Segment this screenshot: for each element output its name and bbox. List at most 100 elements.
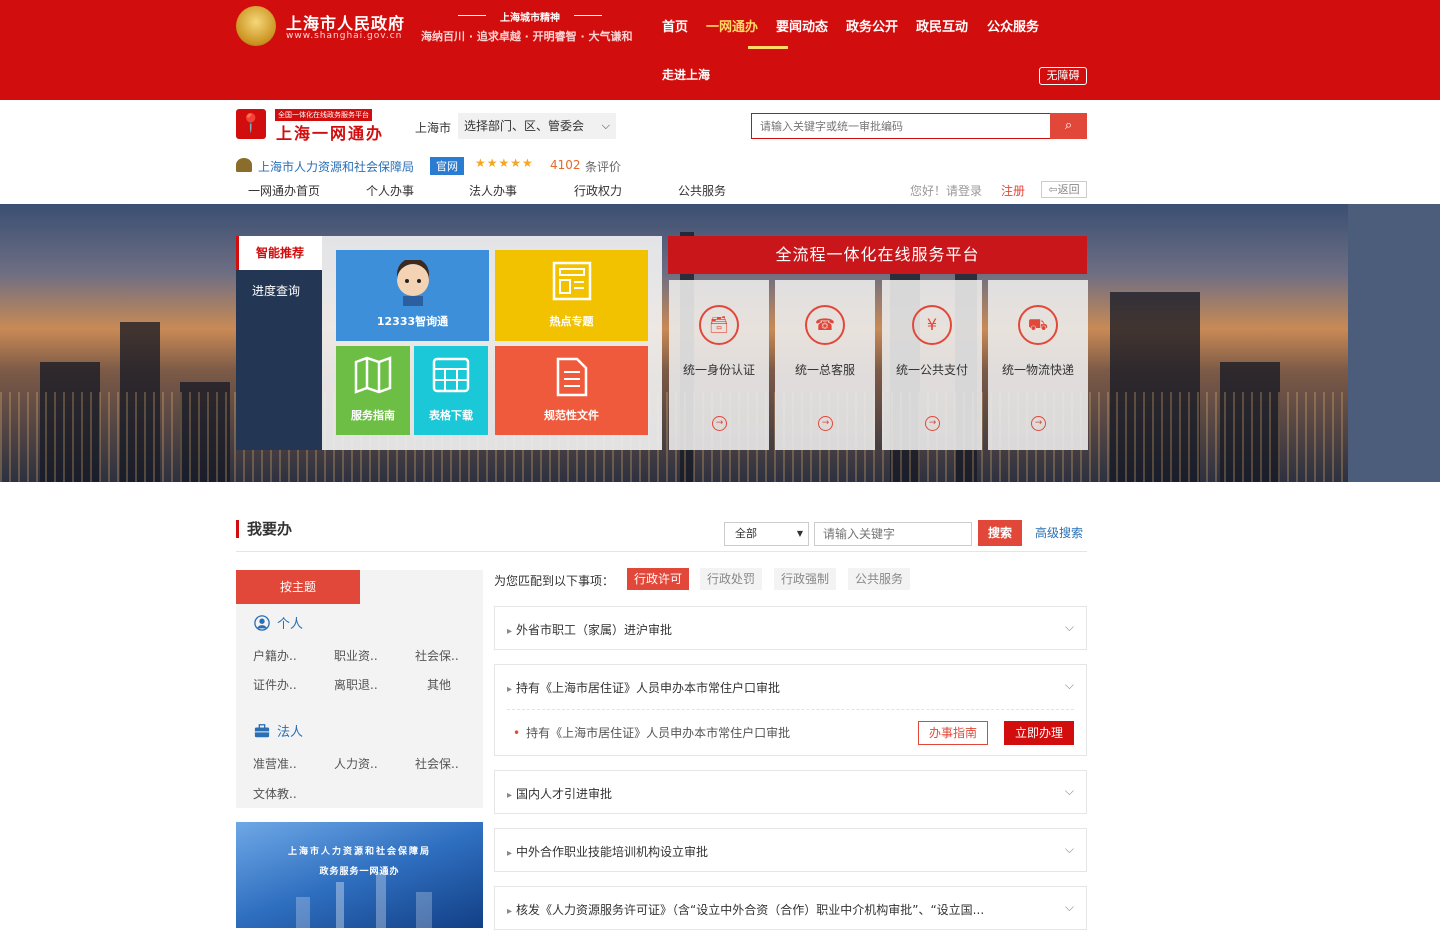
banner-edge — [1348, 204, 1440, 482]
item-title[interactable]: 持有《上海市居住证》人员申办本市常住户口审批 — [507, 679, 780, 696]
tile-hotline[interactable]: 12333智询通 — [336, 250, 489, 341]
service-public-payment[interactable]: ¥ 统一公共支付 → — [882, 280, 982, 450]
topnav-home[interactable]: 首页 — [662, 16, 688, 35]
filter-public-service[interactable]: 公共服务 — [848, 568, 911, 590]
list-item[interactable]: 国内人才引进审批 ⌵ — [494, 770, 1087, 814]
group-corporate-label: 法人 — [277, 725, 304, 740]
national-emblem-icon[interactable] — [236, 6, 276, 46]
ywb-logo-icon[interactable]: 📍 — [236, 109, 266, 139]
tile-hot-topics[interactable]: 热点专题 — [495, 250, 648, 341]
search-icon[interactable]: ⌕ — [1050, 113, 1087, 139]
search-button[interactable]: 搜索 — [978, 520, 1022, 546]
subnav-admin-power[interactable]: 行政权力 — [574, 182, 622, 199]
bureau-name[interactable]: 上海市人力资源和社会保障局 — [258, 158, 414, 175]
back-button[interactable]: ⇦返回 — [1041, 181, 1087, 198]
headset-icon: ☎ — [805, 305, 845, 345]
scope-select[interactable]: 全部 ▼ — [724, 522, 809, 546]
review-count[interactable]: 4102 — [550, 158, 581, 172]
promo-banner[interactable]: 上海市人力资源和社会保障局 政务服务一网通办 — [236, 822, 483, 928]
item-title[interactable]: 国内人才引进审批 — [507, 785, 612, 802]
guide-button[interactable]: 办事指南 — [918, 721, 988, 745]
group-corporate[interactable]: 法人 — [253, 721, 303, 740]
tile-hot-topics-label: 热点专题 — [549, 315, 594, 328]
topnav-about-shanghai[interactable]: 走进上海 — [662, 66, 710, 83]
list-item[interactable]: 中外合作职业技能培训机构设立审批 ⌵ — [494, 828, 1087, 872]
list-item[interactable]: 外省市职工（家属）进沪审批 ⌵ — [494, 606, 1087, 650]
tab-smart-recommend[interactable]: 智能推荐 — [236, 236, 322, 270]
item-title[interactable]: 核发《人力资源服务许可证》（含“设立中外合资（合作）职业中介机构审批”、“设立国… — [507, 901, 1047, 918]
apply-now-button[interactable]: 立即办理 — [1004, 721, 1074, 745]
section-title: 我要办 — [236, 520, 292, 538]
category-item[interactable]: 社会保.. — [415, 755, 459, 772]
category-item[interactable]: 户籍办.. — [253, 647, 297, 664]
subnav-public-service[interactable]: 公共服务 — [678, 182, 726, 199]
tile-service-guide-label: 服务指南 — [351, 409, 395, 422]
back-label: 返回 — [1057, 183, 1080, 196]
service-logistics[interactable]: ⛟ 统一物流快递 → — [988, 280, 1088, 450]
register-link[interactable]: 注册 — [1001, 182, 1025, 199]
sub-item-title[interactable]: 持有《上海市居住证》人员申办本市常住户口审批 — [513, 724, 790, 741]
match-label: 为您匹配到以下事项： — [494, 574, 615, 588]
department-select[interactable]: 选择部门、区、管委会 ⌵ — [458, 113, 616, 139]
category-item[interactable]: 证件办.. — [253, 676, 297, 693]
gov-site-url: www.shanghai.gov.cn — [286, 31, 403, 41]
topnav-interaction[interactable]: 政民互动 — [916, 16, 968, 35]
item-title[interactable]: 中外合作职业技能培训机构设立审批 — [507, 843, 708, 860]
category-item[interactable]: 其他 — [427, 676, 451, 693]
official-site-badge[interactable]: 官网 — [430, 157, 464, 175]
city-label: 上海市 — [415, 121, 452, 135]
topnav-public-service[interactable]: 公众服务 — [987, 16, 1039, 35]
chevron-down-icon[interactable]: ⌵ — [1065, 678, 1074, 693]
chevron-down-icon[interactable]: ⌵ — [1065, 900, 1074, 915]
service-customer-support-label: 统一总客服 — [794, 363, 855, 377]
arrow-right-icon: → — [712, 416, 727, 431]
bureau-emblem-icon — [236, 158, 252, 172]
scope-select-value: 全部 — [735, 527, 757, 540]
category-item[interactable]: 离职退.. — [334, 676, 378, 693]
category-item[interactable]: 文体教.. — [253, 785, 297, 802]
tile-normative-docs[interactable]: 规范性文件 — [495, 346, 648, 435]
group-personal[interactable]: 个人 — [253, 613, 303, 632]
ywb-logo-title[interactable]: 上海一网通办 — [276, 120, 384, 144]
keyword-search-input[interactable] — [814, 522, 972, 546]
subnav-personal[interactable]: 个人办事 — [366, 182, 414, 199]
city-spirit-text: 海纳百川 · 追求卓越 · 开明睿智 · 大气谦和 — [421, 30, 633, 43]
list-item[interactable]: 核发《人力资源服务许可证》（含“设立中外合资（合作）职业中介机构审批”、“设立国… — [494, 886, 1087, 930]
category-item[interactable]: 社会保.. — [415, 647, 459, 664]
chevron-down-icon[interactable]: ⌵ — [1065, 842, 1074, 857]
tile-normative-docs-label: 规范性文件 — [544, 409, 599, 422]
tab-progress-query[interactable]: 进度查询 — [252, 282, 300, 299]
category-item[interactable]: 准营准.. — [253, 755, 297, 772]
service-logistics-label: 统一物流快递 — [1001, 363, 1074, 377]
service-identity-auth[interactable]: 🗃 统一身份认证 → — [669, 280, 769, 450]
tile-form-download-label: 表格下载 — [429, 409, 473, 422]
accessibility-button[interactable]: 无障碍 — [1039, 67, 1087, 85]
category-item[interactable]: 人力资.. — [334, 755, 378, 772]
chevron-down-icon[interactable]: ⌵ — [1065, 784, 1074, 799]
login-link[interactable]: 您好！请登录 — [910, 182, 982, 199]
tile-form-download[interactable]: 表格下载 — [414, 346, 488, 435]
chevron-down-icon[interactable]: ⌵ — [1065, 620, 1074, 635]
filter-admin-license[interactable]: 行政许可 — [627, 568, 690, 590]
subnav-corporate[interactable]: 法人办事 — [469, 182, 517, 199]
topnav-active-indicator — [748, 46, 788, 49]
department-select-label: 选择部门、区、管委会 — [464, 119, 585, 133]
category-item[interactable]: 职业资.. — [334, 647, 378, 664]
tile-service-guide[interactable]: 服务指南 — [336, 346, 410, 435]
topnav-ywb[interactable]: 一网通办 — [706, 16, 758, 35]
main-search-input[interactable] — [751, 113, 1051, 139]
topnav-open-gov[interactable]: 政务公开 — [846, 16, 898, 35]
tab-by-theme[interactable]: 按主题 — [236, 570, 360, 604]
subnav-ywb-home[interactable]: 一网通办首页 — [248, 182, 320, 199]
list-item-expanded[interactable]: 持有《上海市居住证》人员申办本市常住户口审批 ⌵ 持有《上海市居住证》人员申办本… — [494, 664, 1087, 756]
item-title[interactable]: 外省市职工（家属）进沪审批 — [507, 621, 672, 638]
review-count-suffix: 条评价 — [585, 160, 622, 174]
filter-admin-enforcement[interactable]: 行政强制 — [774, 568, 837, 590]
topnav-news[interactable]: 要闻动态 — [776, 16, 828, 35]
arrow-right-icon: → — [925, 416, 940, 431]
truck-icon: ⛟ — [1018, 305, 1058, 345]
service-customer-support[interactable]: ☎ 统一总客服 → — [775, 280, 875, 450]
arrow-right-icon: → — [818, 416, 833, 431]
filter-admin-penalty[interactable]: 行政处罚 — [700, 568, 763, 590]
advanced-search-link[interactable]: 高级搜索 — [1035, 524, 1083, 541]
